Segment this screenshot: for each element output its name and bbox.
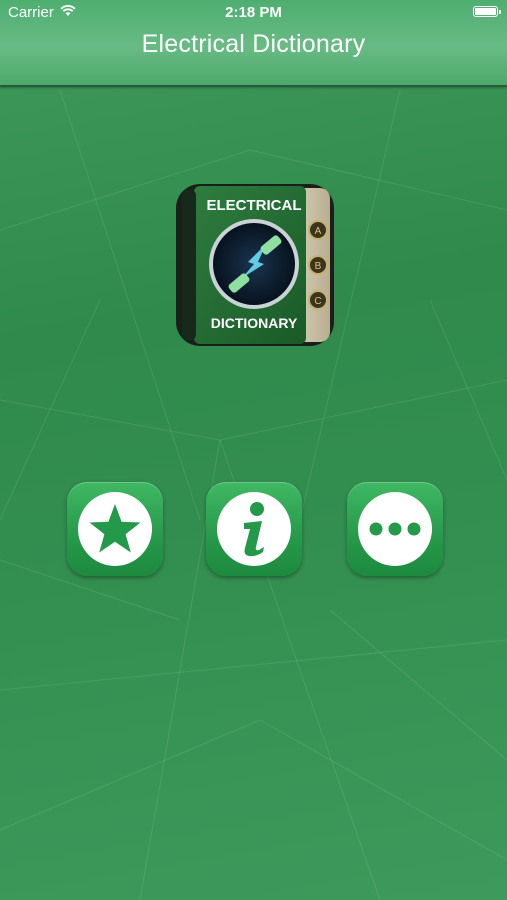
info-button[interactable] [206,482,302,576]
logo-tab-c: C [314,296,321,307]
logo-tab-b: B [315,261,322,272]
logo-top-text: ELECTRICAL [207,197,302,214]
more-button[interactable] [347,482,443,576]
favorites-button[interactable] [67,482,163,576]
more-icon [358,492,432,566]
app-logo: ELECTRICAL DICTIONARY A B C [176,184,334,346]
page-title: Electrical Dictionary [141,30,366,58]
main-screen: Electrical Dictionary Carrier 2:18 PM EL… [0,0,507,900]
info-icon [217,492,291,566]
star-icon [78,492,152,566]
battery-icon [473,6,501,17]
logo-bottom-text: DICTIONARY [211,315,298,331]
status-right [473,6,501,17]
status-time: 2:18 PM [225,4,282,21]
background-pattern [0,89,507,900]
status-bar: Carrier 2:18 PM [0,0,507,26]
logo-tab-a: A [315,226,322,237]
